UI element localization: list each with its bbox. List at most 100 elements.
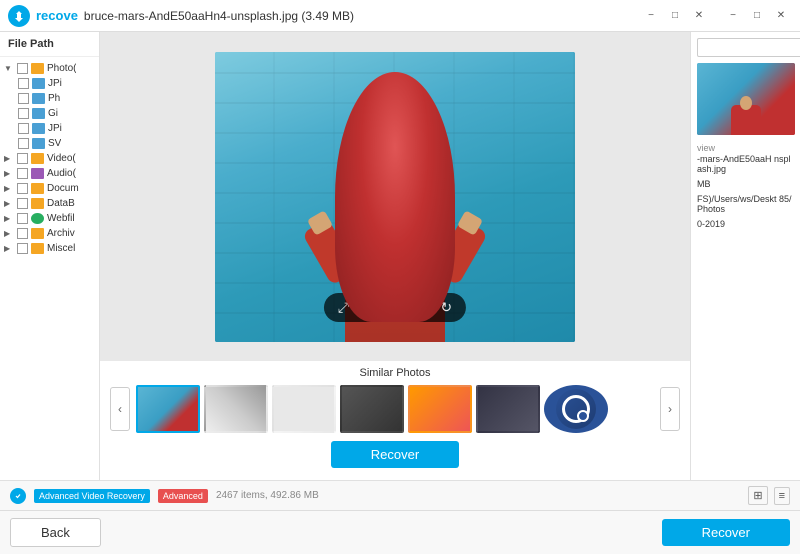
checkbox-db[interactable]: [17, 198, 28, 209]
thumbnail-5[interactable]: [408, 385, 472, 433]
tree-item-doc[interactable]: ▶ Docum: [0, 181, 99, 196]
tree-item-ph[interactable]: Ph: [0, 91, 99, 106]
thumbnail-3[interactable]: [272, 385, 336, 433]
expand-icon: ▶: [4, 199, 14, 208]
info-section: view -mars-AndE50aaH nsplash.jpg MB FS)/…: [697, 143, 794, 474]
expand-icon: ▶: [4, 214, 14, 223]
tree-label-ph: Ph: [48, 93, 60, 104]
tree-label-db: DataB: [47, 198, 75, 209]
checkbox-arch[interactable]: [17, 228, 28, 239]
back-button[interactable]: Back: [10, 518, 101, 547]
minimize-button[interactable]: −: [722, 7, 744, 25]
tree-item-audio[interactable]: ▶ Audio(: [0, 166, 99, 181]
zoom-out-icon[interactable]: ⊖: [389, 299, 401, 316]
checkbox-photos[interactable]: [17, 63, 28, 74]
tree-label-doc: Docum: [47, 183, 79, 194]
folder-icon: [31, 243, 44, 254]
adv-video-badge[interactable]: Advanced Video Recovery: [34, 489, 150, 503]
rotate-right-icon[interactable]: ↻: [440, 299, 452, 316]
grid-view-button[interactable]: ⊞: [748, 486, 767, 505]
tree-item-photos[interactable]: ▼ Photo(: [0, 61, 99, 76]
tree-item-arch[interactable]: ▶ Archiv: [0, 226, 99, 241]
checkbox-jp2[interactable]: [18, 123, 29, 134]
recover-center-section: Recover: [100, 433, 690, 474]
file-size-value: MB: [697, 179, 794, 189]
thumbnail-2[interactable]: [204, 385, 268, 433]
expand-icon: ▶: [4, 244, 14, 253]
thumbnail-7[interactable]: [544, 385, 608, 433]
title-bar: recove bruce-mars-AndE50aaHn4-unsplash.j…: [0, 0, 800, 32]
checkbox-gi[interactable]: [18, 108, 29, 119]
recover-center-button[interactable]: Recover: [331, 441, 459, 468]
preview-image: ⤢ ⊕ ⊖ ↺ ↻: [215, 52, 575, 342]
tree-item-gi[interactable]: Gi: [0, 106, 99, 121]
list-view-button[interactable]: ≡: [774, 487, 790, 505]
left-panel: File Path ▼ Photo( JPi Ph: [0, 32, 100, 480]
tree-item-misc[interactable]: ▶ Miscel: [0, 241, 99, 256]
status-bar: Advanced Video Recovery Advanced 2467 it…: [0, 480, 800, 510]
thumbnail-6[interactable]: [476, 385, 540, 433]
view-toggles: ⊞ ≡: [748, 486, 790, 505]
strip-thumbnails: [136, 385, 654, 433]
tree-label-arch: Archiv: [47, 228, 75, 239]
restore-button[interactable]: □: [746, 7, 768, 25]
tree-item-web[interactable]: ▶ Webfil: [0, 211, 99, 226]
checkbox-ph[interactable]: [18, 93, 29, 104]
tree-label-jp1: JPi: [48, 78, 62, 89]
app-logo: recove: [8, 5, 78, 27]
file-name-value: -mars-AndE50aaH nsplash.jpg: [697, 154, 794, 174]
strip-next-button[interactable]: ›: [660, 387, 680, 431]
recover-main-button[interactable]: Recover: [662, 519, 790, 546]
app-name: recove: [36, 8, 78, 23]
view-label: view: [697, 143, 794, 153]
file-path-value: FS)/Users/ws/Deskt 85/Photos: [697, 194, 794, 214]
similar-photos-strip: ‹: [100, 385, 690, 433]
expand-icon: ▶: [4, 229, 14, 238]
strip-prev-button[interactable]: ‹: [110, 387, 130, 431]
file-path-header: File Path: [0, 32, 99, 57]
checkbox-sv[interactable]: [18, 138, 29, 149]
tree-item-jp2[interactable]: JPi: [0, 121, 99, 136]
similar-photos-section: Similar Photos ‹: [100, 361, 690, 480]
expand-icon: ▶: [4, 169, 14, 178]
preview-area: ⤢ ⊕ ⊖ ↺ ↻: [100, 32, 690, 361]
tree-item-sv[interactable]: SV: [0, 136, 99, 151]
tree-label-misc: Miscel: [47, 243, 75, 254]
window-controls: − □ ✕: [722, 7, 792, 25]
minimize2-button[interactable]: −: [640, 7, 662, 25]
tree-item-jp1[interactable]: JPi: [0, 76, 99, 91]
search-input[interactable]: [697, 38, 800, 57]
close2-button[interactable]: ✕: [688, 7, 710, 25]
checkbox-video[interactable]: [17, 153, 28, 164]
tree-label-audio: Audio(: [47, 168, 76, 179]
logo-icon: [8, 5, 30, 27]
checkbox-misc[interactable]: [17, 243, 28, 254]
checkbox-doc[interactable]: [17, 183, 28, 194]
close-button[interactable]: ✕: [770, 7, 792, 25]
folder-icon: [31, 153, 44, 164]
fit-icon[interactable]: ⤢: [338, 299, 349, 316]
checkbox-web[interactable]: [17, 213, 28, 224]
folder-icon: [31, 183, 44, 194]
tree-item-video[interactable]: ▶ Video(: [0, 151, 99, 166]
thumbnail-1[interactable]: [136, 385, 200, 433]
checkbox-jp1[interactable]: [18, 78, 29, 89]
right-preview-thumb: [697, 63, 795, 135]
folder-icon: [31, 63, 44, 74]
right-panel: view -mars-AndE50aaH nsplash.jpg MB FS)/…: [690, 32, 800, 480]
file-count-info: 2467 items, 492.86 MB: [216, 490, 740, 501]
tree-item-db[interactable]: ▶ DataB: [0, 196, 99, 211]
maximize2-button[interactable]: □: [664, 7, 686, 25]
similar-photos-title: Similar Photos: [100, 367, 690, 379]
checkbox-audio[interactable]: [17, 168, 28, 179]
rotate-left-icon[interactable]: ↺: [415, 299, 427, 316]
bottom-bar: Back Recover: [0, 510, 800, 554]
expand-icon: ▼: [4, 64, 14, 73]
center-panel: ⤢ ⊕ ⊖ ↺ ↻ Similar Photos ‹: [100, 32, 690, 480]
expand-icon: ▶: [4, 154, 14, 163]
expand-icon: ▶: [4, 184, 14, 193]
zoom-in-icon[interactable]: ⊕: [363, 299, 375, 316]
folder-icon: [31, 228, 44, 239]
tree-label-jp2: JPi: [48, 123, 62, 134]
thumbnail-4[interactable]: [340, 385, 404, 433]
